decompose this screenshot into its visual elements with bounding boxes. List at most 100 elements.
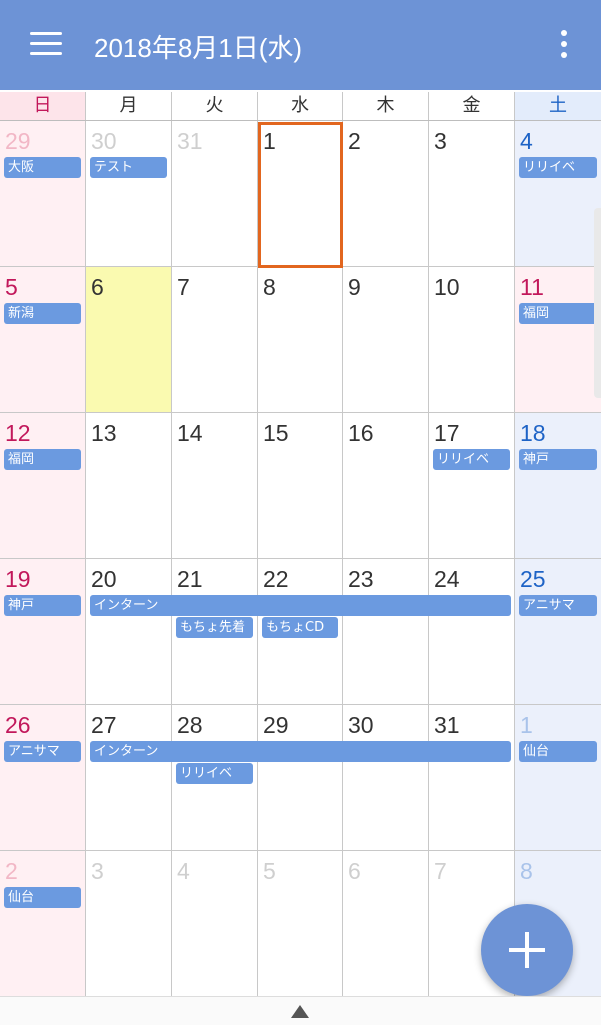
event-chip[interactable]: もちょCD [262, 617, 338, 638]
weekday-label: 土 [515, 92, 601, 120]
page-title[interactable]: 2018年8月1日(水) [94, 28, 302, 65]
day-cell[interactable]: 20 [86, 559, 172, 705]
day-number: 29 [5, 128, 31, 154]
day-cell[interactable]: 30 [343, 705, 429, 851]
day-cell[interactable]: 31 [172, 121, 258, 267]
event-chip[interactable]: 仙台 [519, 741, 597, 762]
day-number: 26 [5, 712, 31, 738]
day-cell[interactable]: 18 神戸 [515, 413, 601, 559]
day-cell[interactable]: 2 [343, 121, 429, 267]
day-number: 10 [434, 274, 460, 300]
day-cell[interactable]: 15 [258, 413, 343, 559]
day-number: 3 [91, 858, 104, 884]
day-number: 21 [177, 566, 203, 592]
day-cell[interactable]: 16 [343, 413, 429, 559]
day-number: 15 [263, 420, 289, 446]
day-number: 5 [263, 858, 276, 884]
day-cell[interactable]: 4 [172, 851, 258, 997]
day-cell[interactable]: 23 [343, 559, 429, 705]
day-cell[interactable]: 6 [343, 851, 429, 997]
day-cell[interactable]: 12 福岡 [0, 413, 86, 559]
day-number: 12 [5, 420, 31, 446]
event-chip[interactable]: 福岡 [519, 303, 597, 324]
day-cell[interactable]: 11 福岡 [515, 267, 601, 413]
day-cell[interactable]: 21 もちょ先着 [172, 559, 258, 705]
weekday-label: 火 [172, 92, 258, 120]
day-cell[interactable]: 3 [429, 121, 515, 267]
more-options-icon[interactable] [556, 28, 572, 62]
day-number: 4 [520, 128, 533, 154]
day-number: 23 [348, 566, 374, 592]
weekday-label: 月 [86, 92, 172, 120]
day-cell[interactable]: 24 [429, 559, 515, 705]
event-chip[interactable]: テスト [90, 157, 167, 178]
weekday-label: 木 [343, 92, 429, 120]
day-cell[interactable]: 26 アニサマ [0, 705, 86, 851]
day-cell[interactable]: 5 [258, 851, 343, 997]
day-number: 29 [263, 712, 289, 738]
event-chip[interactable]: もちょ先着 [176, 617, 253, 638]
day-number: 31 [434, 712, 460, 738]
day-number: 17 [434, 420, 460, 446]
day-number: 11 [520, 274, 544, 300]
day-number: 22 [263, 566, 289, 592]
day-number: 30 [348, 712, 374, 738]
day-number: 8 [263, 274, 276, 300]
add-event-button[interactable] [481, 904, 573, 996]
span-event-chip[interactable]: インターン [90, 741, 511, 762]
day-cell[interactable]: 1 仙台 [515, 705, 601, 851]
event-chip[interactable]: アニサマ [4, 741, 81, 762]
event-chip[interactable]: リリイベ [519, 157, 597, 178]
event-chip[interactable]: 福岡 [4, 449, 81, 470]
day-number: 7 [177, 274, 190, 300]
day-number: 9 [348, 274, 361, 300]
menu-icon[interactable] [30, 32, 64, 56]
day-cell[interactable]: 3 [86, 851, 172, 997]
day-cell[interactable]: 29 大阪 [0, 121, 86, 267]
day-number: 4 [177, 858, 190, 884]
day-cell[interactable]: 25 アニサマ [515, 559, 601, 705]
scroll-handle[interactable] [594, 208, 601, 398]
event-chip[interactable]: リリイベ [433, 449, 510, 470]
event-chip[interactable]: 大阪 [4, 157, 81, 178]
day-number: 20 [91, 566, 117, 592]
day-cell[interactable]: 28 リリイベ [172, 705, 258, 851]
day-cell[interactable]: 8 [258, 267, 343, 413]
day-number: 30 [91, 128, 117, 154]
day-cell[interactable]: 2 仙台 [0, 851, 86, 997]
event-chip[interactable]: アニサマ [519, 595, 597, 616]
day-number: 16 [348, 420, 374, 446]
span-event-chip[interactable]: インターン [90, 595, 511, 616]
weekday-label: 水 [258, 92, 343, 120]
day-cell[interactable]: 14 [172, 413, 258, 559]
day-cell[interactable]: 19 神戸 [0, 559, 86, 705]
day-number: 18 [520, 420, 546, 446]
event-chip[interactable]: 仙台 [4, 887, 81, 908]
day-number: 8 [520, 858, 533, 884]
event-chip[interactable]: 神戸 [519, 449, 597, 470]
day-number: 3 [434, 128, 447, 154]
day-number: 6 [91, 274, 104, 300]
day-cell[interactable]: 7 [172, 267, 258, 413]
day-cell[interactable]: 22 もちょCD [258, 559, 343, 705]
event-chip[interactable]: リリイベ [176, 763, 253, 784]
day-cell[interactable]: 30 テスト [86, 121, 172, 267]
day-cell[interactable]: 4 リリイベ [515, 121, 601, 267]
day-cell[interactable]: 29 [258, 705, 343, 851]
day-cell[interactable]: 10 [429, 267, 515, 413]
day-cell[interactable]: 31 [429, 705, 515, 851]
day-number: 1 [520, 712, 533, 738]
day-cell[interactable]: 17 リリイベ [429, 413, 515, 559]
day-cell[interactable]: 9 [343, 267, 429, 413]
expand-up-icon[interactable] [291, 1005, 309, 1018]
event-chip[interactable]: 新潟 [4, 303, 81, 324]
day-number: 25 [520, 566, 546, 592]
event-chip[interactable]: 神戸 [4, 595, 81, 616]
day-cell[interactable]: 6 [86, 267, 172, 413]
day-cell[interactable]: 5 新潟 [0, 267, 86, 413]
day-number: 14 [177, 420, 203, 446]
day-cell[interactable]: 27 [86, 705, 172, 851]
day-number: 28 [177, 712, 203, 738]
bottom-bar [0, 996, 601, 1025]
day-cell[interactable]: 13 [86, 413, 172, 559]
